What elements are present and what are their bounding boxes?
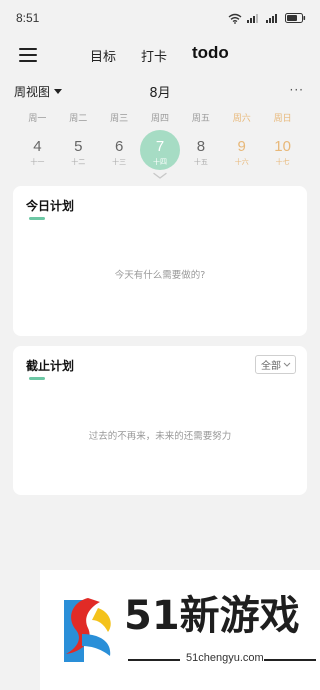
wifi-icon bbox=[228, 13, 242, 24]
empty-hint: 今天有什么需要做的? bbox=[114, 270, 206, 281]
chevron-down-icon[interactable] bbox=[152, 172, 168, 180]
signal-icon bbox=[247, 14, 258, 23]
lunar-date: 十四 bbox=[153, 158, 167, 166]
lunar-date: 十七 bbox=[275, 158, 290, 166]
watermark-url: 51chengyu.com bbox=[186, 652, 264, 664]
weekday-label: 周四 bbox=[151, 114, 170, 124]
day-cell[interactable]: 5 十二 bbox=[58, 130, 99, 170]
weekday-label: 周一 bbox=[28, 114, 47, 124]
tab-todo[interactable]: todo bbox=[192, 43, 229, 63]
watermark-logo-icon bbox=[64, 598, 111, 662]
more-button[interactable]: ··· bbox=[290, 83, 304, 97]
title-underline bbox=[29, 217, 45, 220]
calendar-header: 周视图 8月 ··· bbox=[0, 80, 320, 102]
tab-goals[interactable]: 目标 bbox=[90, 46, 116, 65]
lunar-date: 十六 bbox=[234, 158, 249, 166]
day-cell[interactable]: 9 十六 bbox=[221, 130, 262, 170]
weekday-label: 周六 bbox=[232, 114, 251, 124]
day-cell[interactable]: 4 十一 bbox=[17, 130, 58, 170]
menu-icon-bar bbox=[19, 54, 37, 56]
menu-icon-bar bbox=[19, 60, 37, 62]
day-row: 4 十一 5 十二 6 十三 7 十四 8 十五 9 十六 10 十七 bbox=[17, 130, 303, 170]
lunar-date: 十一 bbox=[30, 158, 45, 166]
day-number: 10 bbox=[274, 138, 291, 155]
filter-dropdown[interactable]: 全部 bbox=[255, 355, 296, 374]
weekday-label: 周二 bbox=[69, 114, 88, 124]
card-title: 今日计划 bbox=[26, 199, 75, 213]
card-title: 截止计划 bbox=[26, 359, 75, 373]
deadline-plan-card: 截止计划 全部 过去的不再来，未来的还需要努力 bbox=[13, 346, 307, 495]
menu-icon-bar bbox=[19, 48, 37, 50]
day-number: 9 bbox=[237, 138, 246, 155]
day-cell-selected[interactable]: 7 十四 bbox=[139, 130, 181, 170]
day-number: 5 bbox=[74, 138, 83, 155]
status-icons bbox=[228, 13, 306, 24]
day-cell[interactable]: 10 十七 bbox=[262, 130, 303, 170]
menu-button[interactable] bbox=[19, 48, 37, 64]
weekday-label: 周三 bbox=[110, 114, 129, 124]
day-cell[interactable]: 6 十三 bbox=[99, 130, 140, 170]
divider bbox=[264, 659, 316, 661]
empty-hint: 过去的不再来，未来的还需要努力 bbox=[88, 431, 232, 442]
tab-checkin[interactable]: 打卡 bbox=[141, 46, 167, 65]
lunar-date: 十二 bbox=[71, 158, 86, 166]
chevron-down-icon bbox=[283, 362, 291, 367]
day-number: 8 bbox=[196, 138, 206, 155]
day-number: 6 bbox=[114, 138, 124, 155]
day-number: 4 bbox=[33, 138, 42, 155]
top-nav: 目标 打卡 todo bbox=[0, 40, 320, 72]
today-plan-card: 今日计划 今天有什么需要做的? bbox=[13, 186, 307, 336]
weekday-label: 周日 bbox=[273, 114, 292, 124]
signal-icon-2 bbox=[266, 14, 277, 23]
divider bbox=[128, 659, 180, 661]
day-number: 7 bbox=[155, 138, 165, 155]
lunar-date: 十三 bbox=[112, 158, 127, 166]
month-label: 8月 bbox=[149, 86, 171, 101]
weekday-label: 周五 bbox=[191, 114, 210, 124]
filter-label: 全部 bbox=[261, 361, 281, 372]
status-time: 8:51 bbox=[16, 11, 40, 25]
battery-icon bbox=[285, 13, 306, 23]
watermark: 51新游戏 51chengyu.com bbox=[40, 570, 320, 690]
weekday-row: 周一 周二 周三 周四 周五 周六 周日 bbox=[17, 111, 303, 124]
lunar-date: 十五 bbox=[193, 158, 208, 166]
watermark-brand: 51新游戏 bbox=[124, 593, 300, 639]
title-underline bbox=[29, 377, 45, 380]
status-bar: 8:51 bbox=[0, 0, 320, 36]
day-cell[interactable]: 8 十五 bbox=[180, 130, 221, 170]
